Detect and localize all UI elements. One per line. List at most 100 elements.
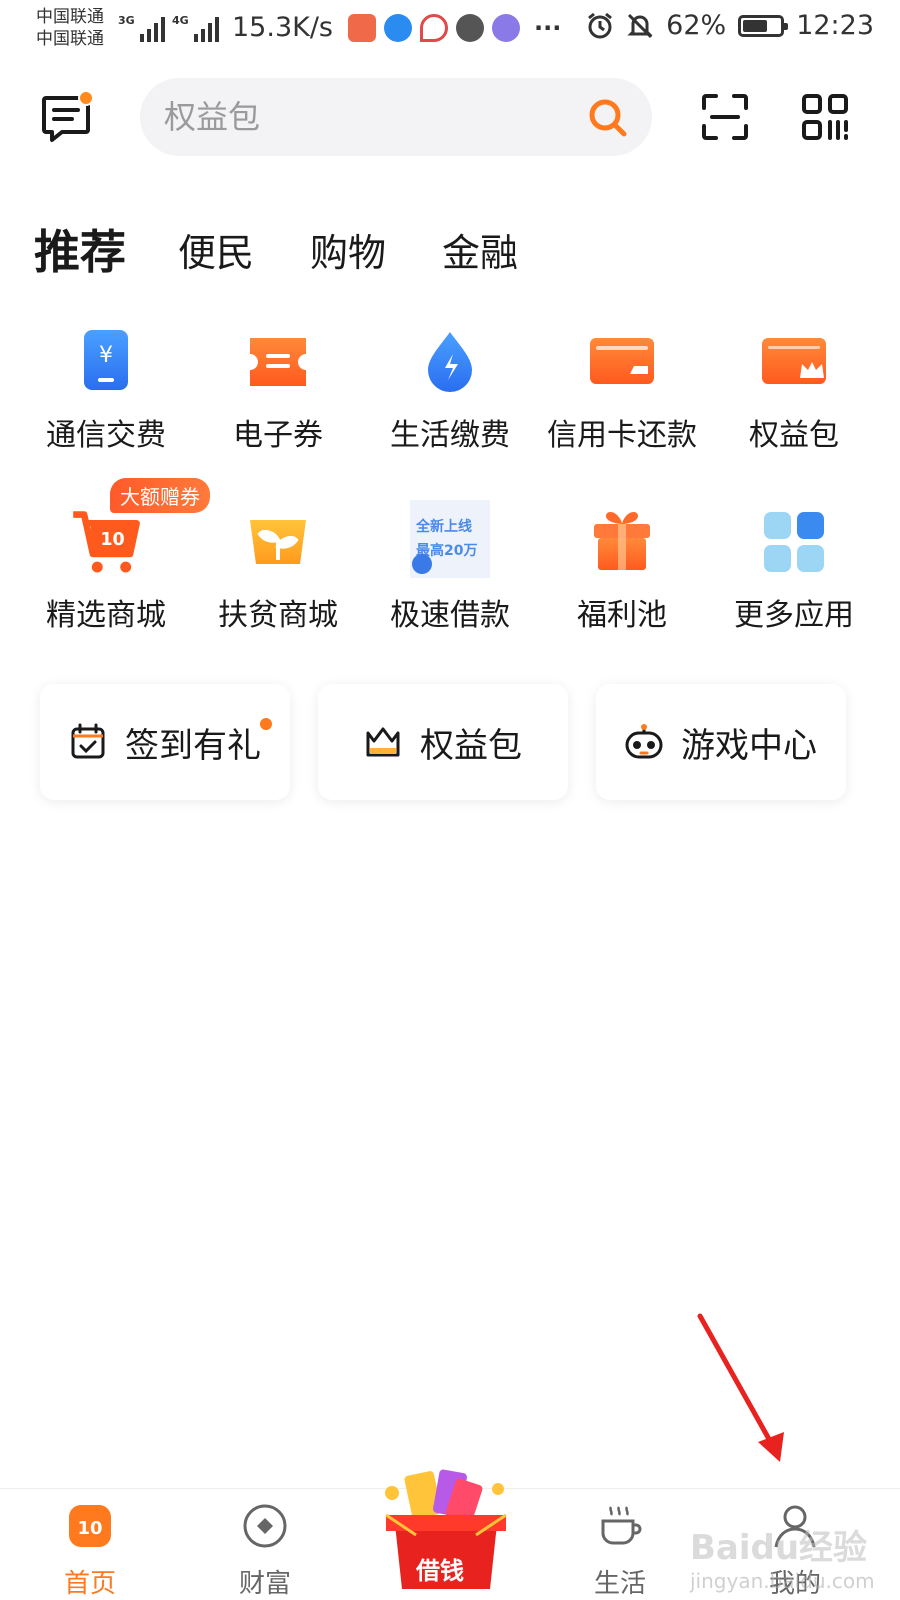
grid-item-poverty-mall[interactable]: 扶贫商城	[192, 510, 364, 690]
calendar-check-icon	[71, 723, 105, 759]
promo-badge: 大额赠券	[110, 478, 210, 513]
grid-item-coupon[interactable]: 电子券	[192, 330, 364, 510]
game-controller-icon	[625, 724, 663, 759]
message-button[interactable]	[40, 90, 96, 146]
network-speed: 15.3K/s	[232, 12, 333, 43]
alarm-icon	[588, 12, 613, 38]
sprout-icon	[250, 520, 306, 564]
grid-item-label: 通信交费	[46, 418, 166, 453]
signal-4g-icon: 4G	[172, 14, 219, 42]
card-label: 游戏中心	[681, 725, 817, 766]
svg-text:10: 10	[100, 530, 124, 550]
grid-item-label: 更多应用	[734, 598, 854, 633]
grid-item-label: 扶贫商城	[218, 598, 338, 633]
credit-card-icon	[590, 338, 654, 384]
search-bar[interactable]	[140, 78, 652, 156]
tab-convenience[interactable]: 便民	[178, 222, 254, 288]
nav-home[interactable]: 10 首页	[30, 1503, 150, 1600]
kugou-icon	[384, 14, 412, 42]
scan-icon[interactable]	[700, 92, 750, 142]
grid-item-credit-card[interactable]: 信用卡还款	[536, 330, 708, 510]
tab-label: 便民	[178, 231, 255, 275]
grid-item-label: 电子券	[233, 418, 323, 453]
nav-label: 首页	[63, 1569, 116, 1599]
grid-item-more-apps[interactable]: 更多应用	[708, 510, 880, 690]
shortcut-cards: 签到有礼 权益包 游戏中心	[40, 684, 846, 800]
grid-item-label: 极速借款	[390, 598, 510, 633]
clock: 12:23	[796, 10, 874, 41]
carrier-labels: 中国联通 中国联通	[36, 6, 104, 50]
loan-promo-icon: 全新上线 最高20万	[410, 500, 490, 578]
grid-item-label: 精选商城	[46, 598, 166, 633]
tab-shopping[interactable]: 购物	[310, 222, 386, 288]
battery-fill	[743, 19, 767, 32]
coupon-icon	[250, 338, 306, 386]
carrier-1: 中国联通	[36, 7, 104, 27]
watermark-brand: Baidu经验	[690, 1528, 868, 1568]
annotation-arrow-icon	[697, 1313, 784, 1462]
svg-text:10: 10	[77, 1518, 102, 1539]
shopping-cart-icon: 10	[73, 511, 140, 573]
card-label: 权益包	[420, 725, 522, 766]
coffee-icon	[601, 1506, 642, 1545]
qrcode-icon[interactable]	[800, 92, 850, 142]
notification-icons: ···	[348, 14, 561, 42]
more-icon: ···	[534, 14, 562, 42]
grid-item-label: 生活缴费	[390, 418, 510, 453]
search-input[interactable]	[164, 78, 584, 156]
status-bar: 中国联通 中国联通 3G 4G 15.3K/s ··· 62% 12:23	[0, 0, 900, 60]
signal-3g-icon: 3G	[118, 14, 165, 42]
nav-wealth[interactable]: 财富	[205, 1503, 325, 1600]
grid-item-utilities[interactable]: 生活缴费	[364, 330, 536, 510]
grid-item-benefits[interactable]: 权益包	[708, 330, 880, 510]
category-tabs: 推荐 便民 购物 金融	[34, 222, 574, 288]
baidu-watermark: Baidu经验 jingyan.baidu.com	[690, 1520, 875, 1593]
checkin-card[interactable]: 签到有礼	[40, 684, 290, 800]
status-right: 62% 12:23	[586, 10, 874, 41]
tab-label: 金融	[442, 231, 519, 275]
crown-card-icon	[762, 338, 826, 384]
battery-icon	[738, 14, 789, 37]
mute-icon	[627, 13, 653, 38]
carrier-2: 中国联通	[36, 29, 104, 49]
message-badge-dot	[78, 90, 94, 106]
apps-grid-icon	[764, 512, 824, 572]
game-center-card[interactable]: 游戏中心	[596, 684, 846, 800]
grid-row-2: 10 大额赠券 精选商城 扶贫商城 全新上线 最高20万 极速借款 福利池 更多…	[20, 478, 880, 690]
app-notification-icon	[348, 14, 376, 42]
grid-item-fast-loan[interactable]: 全新上线 最高20万 极速借款	[364, 500, 536, 690]
svg-text:¥: ¥	[99, 343, 113, 368]
location-icon	[420, 14, 448, 42]
nav-life[interactable]: 生活	[560, 1503, 680, 1600]
grid-item-label: 权益包	[749, 418, 839, 453]
top-bar	[0, 78, 900, 158]
grid-item-mall[interactable]: 10 大额赠券 精选商城	[20, 478, 210, 690]
music-icon	[492, 14, 520, 42]
gift-icon	[594, 512, 650, 570]
promo-line-1: 全新上线	[416, 519, 472, 535]
tab-label: 推荐	[34, 225, 126, 279]
nav-borrow[interactable]: 借钱	[376, 1459, 516, 1599]
tab-label: 购物	[310, 231, 387, 275]
nav-label: 生活	[593, 1569, 646, 1599]
home-icon: 10	[69, 1505, 111, 1547]
grid-item-label: 信用卡还款	[547, 418, 697, 453]
hand-icon	[456, 14, 484, 42]
grid-item-label: 福利池	[577, 598, 667, 633]
new-dot	[260, 718, 272, 730]
crown-icon	[366, 727, 400, 757]
search-icon[interactable]	[586, 96, 630, 140]
watermark-url: jingyan.baidu.com	[690, 1569, 875, 1593]
card-label: 签到有礼	[125, 725, 261, 766]
promo-blob	[412, 554, 432, 574]
grid-item-welfare[interactable]: 福利池	[536, 510, 708, 690]
service-grid: ¥ 通信交费 电子券 生活缴费 信用卡还款 权益包 10 大额赠券 精选商城 扶…	[20, 330, 880, 690]
phone-recharge-icon: ¥	[84, 330, 128, 390]
water-drop-icon	[428, 332, 472, 392]
wealth-icon	[243, 1504, 287, 1548]
benefits-card[interactable]: 权益包	[318, 684, 568, 800]
battery-percent: 62%	[666, 10, 727, 41]
nav-label: 财富	[238, 1569, 291, 1599]
tab-recommend[interactable]: 推荐	[34, 216, 126, 284]
tab-finance[interactable]: 金融	[442, 222, 518, 288]
